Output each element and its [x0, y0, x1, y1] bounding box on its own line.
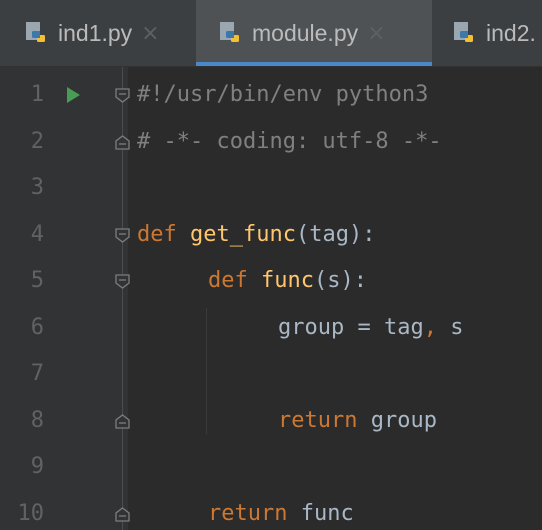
- code-line-6: group = tag, s: [278, 308, 463, 348]
- line-number: 2: [30, 129, 44, 154]
- keyword: return: [208, 501, 288, 526]
- code-text: group: [357, 408, 437, 433]
- code-line-10: return func: [208, 494, 354, 530]
- line-number: 3: [30, 175, 44, 200]
- active-tab-indicator: [196, 62, 432, 66]
- punctuation: ,: [423, 315, 437, 340]
- function-name: get_func: [190, 222, 296, 247]
- code-line-1: #!/usr/bin/env python3: [137, 82, 429, 107]
- code-text: (s):: [313, 268, 367, 293]
- tab-ind2-py[interactable]: ind2.: [452, 0, 536, 66]
- fold-open-icon[interactable]: [114, 273, 131, 290]
- python-file-icon: [26, 22, 45, 42]
- line-number: 5: [30, 268, 44, 293]
- line-number: 6: [30, 315, 44, 340]
- editor-gutter: 1 2 3 4 5 6 7 8 9 10: [0, 67, 128, 530]
- fold-end-icon[interactable]: [114, 134, 131, 151]
- tab-module-py[interactable]: module.py ×: [196, 0, 432, 66]
- python-file-icon: [220, 22, 239, 42]
- run-icon[interactable]: [67, 87, 80, 103]
- line-number: 9: [30, 454, 44, 479]
- code-line-4: def get_func(tag):: [137, 215, 375, 255]
- python-file-icon: [454, 22, 473, 42]
- keyword: def: [208, 268, 248, 293]
- code-text: group = tag: [278, 315, 424, 340]
- fold-open-icon[interactable]: [114, 227, 131, 244]
- indent-guide: [206, 308, 207, 434]
- editor-tab-bar: ind1.py × module.py × ind2.: [0, 0, 542, 67]
- code-editor[interactable]: 1 2 3 4 5 6 7 8 9 10 #!/usr/bin/env pyth…: [0, 67, 542, 530]
- function-name: func: [261, 268, 314, 293]
- code-text: s: [436, 315, 464, 340]
- line-number: 7: [30, 361, 44, 386]
- fold-end-icon[interactable]: [114, 506, 131, 523]
- code-line-5: def func(s):: [208, 261, 367, 301]
- ide-window: ind1.py × module.py × ind2. 1 2 3 4 5 6 …: [0, 0, 542, 530]
- close-icon[interactable]: ×: [367, 21, 385, 46]
- code-text: (tag):: [295, 222, 376, 247]
- close-icon[interactable]: ×: [141, 21, 159, 46]
- tab-label: ind2.: [486, 19, 536, 46]
- code-text: func: [287, 501, 354, 526]
- line-number: 8: [30, 408, 44, 433]
- tab-label: ind1.py: [58, 19, 133, 46]
- code-line-2: # -*- coding: utf-8 -*-: [137, 129, 442, 154]
- fold-open-icon[interactable]: [114, 87, 131, 104]
- line-number: 4: [30, 222, 44, 247]
- keyword: return: [278, 408, 358, 433]
- line-number: 10: [17, 501, 45, 526]
- code-line-8: return group: [278, 401, 437, 441]
- keyword: def: [137, 222, 177, 247]
- line-number: 1: [30, 82, 44, 107]
- fold-end-icon[interactable]: [114, 413, 131, 430]
- tab-ind1-py[interactable]: ind1.py ×: [24, 0, 160, 66]
- tab-label: module.py: [252, 19, 359, 46]
